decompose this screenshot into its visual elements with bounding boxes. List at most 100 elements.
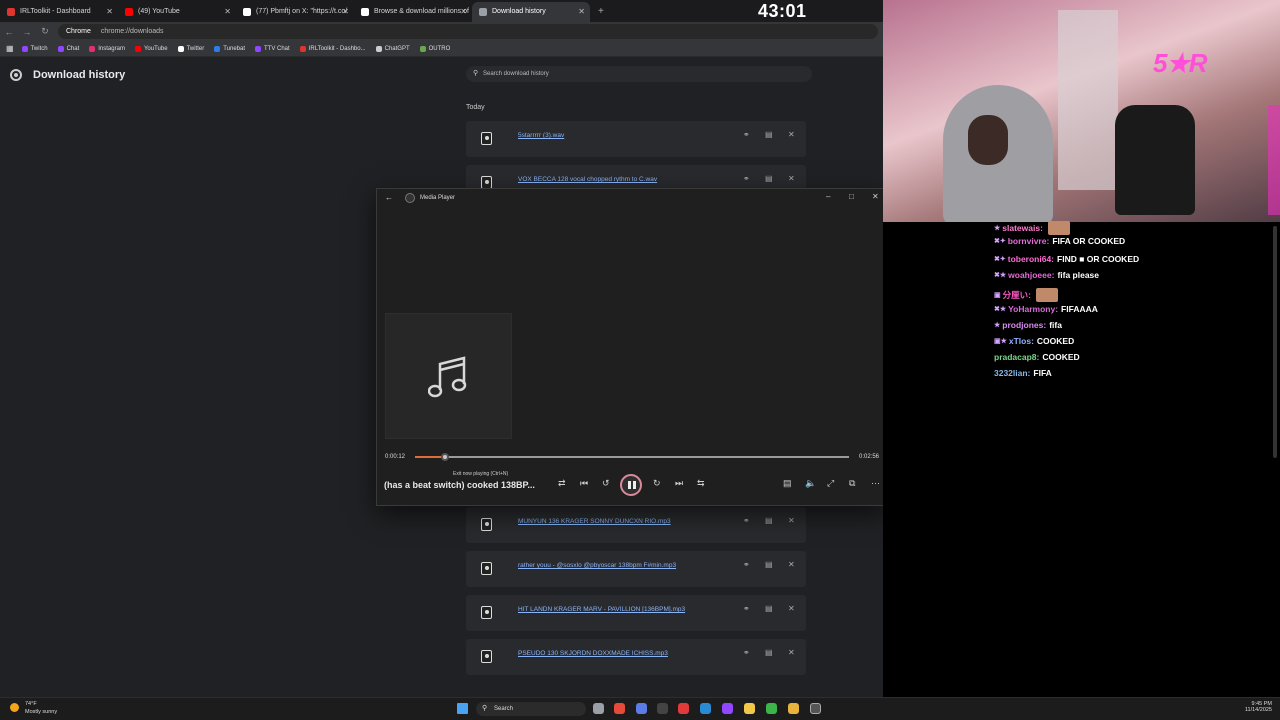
remove-icon[interactable]: ✕ bbox=[788, 516, 795, 525]
download-file-link[interactable]: rather youu - @sosxlo @pbyoscar 138bpm F… bbox=[518, 562, 676, 569]
mini-player-icon[interactable]: ⧉ bbox=[849, 478, 855, 489]
obs-taskbar-icon[interactable] bbox=[657, 703, 668, 714]
chat-username[interactable]: pradacap8: bbox=[994, 352, 1039, 362]
repeat-icon[interactable]: ⇆ bbox=[697, 478, 705, 489]
media-player-taskbar-icon[interactable] bbox=[810, 703, 821, 714]
taskbar-search[interactable]: ⚲ Search bbox=[476, 702, 586, 716]
link-icon[interactable]: ⚭ bbox=[743, 604, 750, 613]
app-taskbar-icon[interactable] bbox=[678, 703, 689, 714]
folder-icon[interactable]: ▤ bbox=[765, 174, 773, 183]
chat-username[interactable]: xTlos: bbox=[1009, 336, 1034, 346]
app2-taskbar-icon[interactable] bbox=[788, 703, 799, 714]
link-icon[interactable]: ⚭ bbox=[743, 516, 750, 525]
back-arrow-icon[interactable]: ← bbox=[385, 193, 393, 202]
next-track-icon[interactable]: ⏭ bbox=[675, 478, 683, 489]
chrome-taskbar-icon[interactable] bbox=[614, 703, 625, 714]
folder-icon[interactable]: ▤ bbox=[765, 516, 773, 525]
download-file-link[interactable]: 5starrrrr (3).wav bbox=[518, 132, 564, 139]
new-tab-button[interactable]: + bbox=[590, 2, 612, 22]
chat-username[interactable]: 3232lian: bbox=[994, 368, 1030, 378]
chat-username[interactable]: toberoni64: bbox=[1008, 254, 1054, 264]
chrome-alt-taskbar-icon[interactable] bbox=[766, 703, 777, 714]
download-file-link[interactable]: MUNYUN 136 KRAGER SONNY DUNCXN RIO.mp3 bbox=[518, 518, 671, 525]
bookmark-item[interactable]: ChatGPT bbox=[375, 45, 410, 52]
browser-tab[interactable]: Browse & download millions of ✕ bbox=[354, 2, 472, 22]
chat-message: ★ prodjones: fifa bbox=[994, 320, 1062, 330]
remove-icon[interactable]: ✕ bbox=[788, 560, 795, 569]
task-view-icon[interactable] bbox=[593, 703, 604, 714]
forward-arrow-icon[interactable]: → bbox=[18, 27, 36, 37]
link-icon[interactable]: ⚭ bbox=[743, 560, 750, 569]
chat-username[interactable]: 分厘い: bbox=[1003, 289, 1031, 301]
window-title: Media Player bbox=[420, 195, 456, 201]
seek-bar[interactable] bbox=[415, 453, 849, 461]
close-tab-icon[interactable]: ✕ bbox=[224, 2, 231, 22]
link-icon[interactable]: ⚭ bbox=[743, 648, 750, 657]
discord-taskbar-icon[interactable] bbox=[636, 703, 647, 714]
browser-tab[interactable]: IRLToolkit - Dashboard ✕ bbox=[0, 2, 118, 22]
file-explorer-icon[interactable] bbox=[744, 703, 755, 714]
volume-icon[interactable]: 🔈 bbox=[805, 478, 816, 489]
remove-icon[interactable]: ✕ bbox=[788, 130, 795, 139]
shuffle-icon[interactable]: ⇄ bbox=[558, 478, 566, 489]
address-bar[interactable]: Chrome chrome://downloads bbox=[58, 24, 878, 39]
bookmark-item[interactable]: OUTRO bbox=[419, 45, 450, 52]
close-tab-icon[interactable]: ✕ bbox=[106, 2, 113, 22]
folder-icon[interactable]: ▤ bbox=[765, 560, 773, 569]
twitch-taskbar-icon[interactable] bbox=[722, 703, 733, 714]
captions-icon[interactable]: ▤ bbox=[783, 478, 792, 489]
close-icon[interactable]: ✕ bbox=[872, 192, 879, 201]
windows-start-icon[interactable] bbox=[457, 703, 468, 714]
chat-username[interactable]: woahjoeee: bbox=[1008, 270, 1054, 280]
browser-tab[interactable]: Download history ✕ bbox=[472, 2, 590, 22]
album-art bbox=[385, 313, 512, 439]
search-icon: ⚲ bbox=[482, 705, 488, 712]
bookmark-item[interactable]: Tunebat bbox=[214, 45, 245, 52]
link-icon[interactable]: ⚭ bbox=[743, 174, 750, 183]
bookmark-item[interactable]: Twitch bbox=[21, 45, 48, 52]
download-file-link[interactable]: PSEUDO 130 SKJORDN DOXXMADE ICHISS.mp3 bbox=[518, 650, 668, 657]
site-chip[interactable]: Chrome bbox=[66, 28, 91, 35]
folder-icon[interactable]: ▤ bbox=[765, 604, 773, 613]
chat-username[interactable]: prodjones: bbox=[1002, 320, 1046, 330]
download-file-link[interactable]: HIT LANDN KRAGER MARV - PAVILLION [136BP… bbox=[518, 606, 685, 613]
chat-username[interactable]: YoHarmony: bbox=[1008, 304, 1058, 314]
folder-icon[interactable]: ▤ bbox=[765, 648, 773, 657]
remove-icon[interactable]: ✕ bbox=[788, 648, 795, 657]
chat-username[interactable]: bornvivre: bbox=[1008, 236, 1050, 246]
bookmark-item[interactable]: Chat bbox=[57, 45, 79, 52]
apps-grid-icon[interactable]: ▦ bbox=[6, 44, 14, 53]
song-title[interactable]: (has a beat switch) cooked 138BP... bbox=[384, 480, 535, 490]
reload-icon[interactable]: ↻ bbox=[36, 26, 54, 37]
search-downloads-input[interactable]: ⚲ Search download history bbox=[466, 66, 812, 82]
chat-username[interactable]: slatewais: bbox=[1002, 223, 1043, 233]
download-file-link[interactable]: VOX BECCA 128 vocal chopped rythm to C.w… bbox=[518, 176, 657, 183]
close-tab-icon[interactable]: ✕ bbox=[342, 2, 349, 22]
more-options-icon[interactable]: ⋯ bbox=[871, 478, 880, 489]
close-tab-icon[interactable]: ✕ bbox=[460, 2, 467, 22]
browser-tab[interactable]: (77) Pbmftj on X: "https://t.co/✕ bbox=[236, 2, 354, 22]
previous-track-icon[interactable]: ⏮ bbox=[580, 478, 588, 489]
bookmark-item[interactable]: Twitter bbox=[177, 45, 204, 52]
forward-30-icon[interactable]: ↻ bbox=[653, 478, 661, 489]
chat-scrollbar[interactable] bbox=[1273, 226, 1277, 458]
minimize-icon[interactable]: – bbox=[826, 192, 830, 201]
close-tab-icon[interactable]: ✕ bbox=[578, 2, 585, 22]
remove-icon[interactable]: ✕ bbox=[788, 604, 795, 613]
seek-handle[interactable] bbox=[440, 453, 449, 461]
pause-button[interactable] bbox=[620, 474, 642, 496]
remove-icon[interactable]: ✕ bbox=[788, 174, 795, 183]
maximize-icon[interactable]: □ bbox=[849, 192, 854, 201]
bookmark-item[interactable]: TTV Chat bbox=[255, 45, 290, 52]
link-icon[interactable]: ⚭ bbox=[743, 130, 750, 139]
browser-tab[interactable]: (49) YouTube ✕ bbox=[118, 2, 236, 22]
bookmark-item[interactable]: YouTube bbox=[134, 45, 168, 52]
back-arrow-icon[interactable]: ← bbox=[0, 27, 18, 37]
rewind-10-icon[interactable]: ↺ bbox=[602, 478, 610, 489]
folder-icon[interactable]: ▤ bbox=[765, 130, 773, 139]
store-taskbar-icon[interactable] bbox=[700, 703, 711, 714]
bookmark-item[interactable]: Instagram bbox=[89, 45, 125, 52]
bookmark-item[interactable]: IRLToolkit - Dashbo... bbox=[299, 45, 366, 52]
fullscreen-icon[interactable]: ⤢ bbox=[827, 478, 834, 489]
bookmark-favicon-icon bbox=[375, 45, 382, 52]
